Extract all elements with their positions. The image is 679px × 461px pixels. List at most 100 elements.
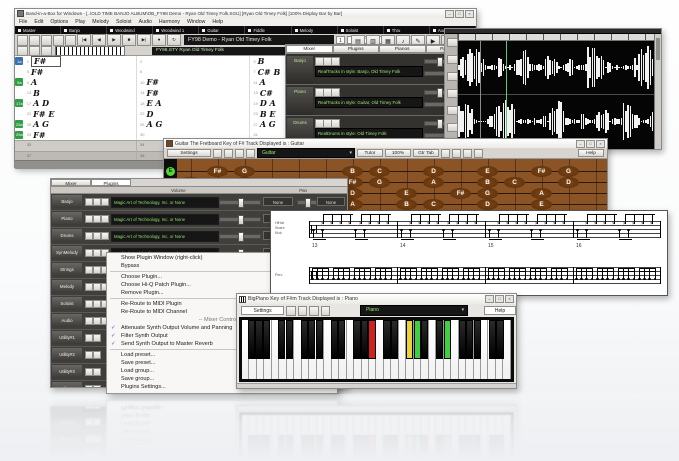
slider-thumb[interactable] — [238, 232, 244, 242]
white-key[interactable] — [429, 320, 436, 379]
fret-toolbar-button[interactable] — [224, 149, 233, 158]
mixer-strip-button[interactable] — [331, 57, 340, 66]
chord-cell[interactable]: 6 — [136, 67, 249, 78]
tab-mixer[interactable]: Mixer — [51, 179, 91, 186]
volume-slider[interactable] — [219, 217, 261, 222]
menu-play[interactable]: Play — [75, 19, 85, 25]
chord-cell[interactable]: 22D — [136, 109, 249, 120]
fret-toolbar-button[interactable] — [441, 149, 450, 158]
menu-help[interactable]: Help — [212, 19, 223, 25]
black-key[interactable] — [331, 320, 338, 359]
maximize-button[interactable]: □ — [455, 10, 464, 18]
black-key[interactable] — [421, 320, 428, 359]
transport-button[interactable]: ■ — [122, 34, 136, 46]
toolbar-button[interactable] — [41, 35, 52, 46]
plugin-row-button[interactable] — [93, 300, 101, 308]
fret-toolbar-button[interactable] — [452, 149, 461, 158]
mixer-tab-plugins[interactable]: Plugins — [333, 45, 380, 53]
piano-toolbar-button[interactable] — [321, 306, 330, 316]
black-key[interactable] — [368, 320, 375, 359]
mixer-plugin-field[interactable]: RealTracks in style: Banjo, Old Timey Fo… — [315, 66, 423, 77]
minimize-button[interactable]: – — [445, 10, 454, 18]
black-key[interactable] — [436, 320, 443, 359]
toolbar-button[interactable] — [17, 46, 28, 56]
transport-button[interactable]: ◀ — [92, 34, 106, 46]
maximize-button[interactable]: □ — [586, 140, 595, 148]
transport-button[interactable]: ▶| — [137, 34, 151, 46]
audio-tool-button[interactable] — [447, 123, 458, 132]
plugin-row-button[interactable] — [101, 198, 109, 206]
fret-toolbar-button[interactable] — [474, 149, 483, 158]
fret-note-g[interactable]: G — [477, 188, 498, 199]
track-strip-item[interactable]: Woodwind — [107, 26, 153, 34]
toolbar-button[interactable] — [29, 35, 40, 46]
plugin-row-button[interactable] — [85, 368, 93, 376]
black-key[interactable] — [248, 320, 255, 359]
plugin-row-button[interactable] — [93, 215, 101, 223]
chord-cell[interactable]: 14F# — [136, 88, 249, 99]
playhead[interactable] — [506, 41, 507, 149]
toolbar-button[interactable] — [65, 35, 76, 46]
black-key[interactable] — [255, 320, 262, 359]
black-key[interactable] — [406, 320, 413, 359]
black-key[interactable] — [459, 320, 466, 359]
part-marker[interactable]: 17a — [15, 99, 23, 107]
close-button[interactable]: × — [596, 140, 605, 148]
toolbar-button[interactable] — [29, 46, 40, 56]
fret-note-a[interactable]: A — [423, 177, 444, 188]
piano-keyboard[interactable] — [239, 317, 514, 382]
part-marker[interactable]: 25a — [15, 120, 23, 128]
part-marker[interactable]: 9a — [15, 78, 23, 86]
plugin-row-button[interactable] — [85, 215, 93, 223]
mixer-tab-pianos[interactable]: Pianos — [379, 45, 426, 53]
plugin-row-button[interactable] — [85, 351, 93, 359]
track-strip-item[interactable]: Melody — [292, 26, 338, 34]
fret-note-d[interactable]: D — [477, 199, 498, 210]
menu-melody[interactable]: Melody — [92, 19, 109, 25]
fret-toolbar-button[interactable] — [246, 149, 255, 158]
menu-file[interactable]: File — [19, 19, 27, 25]
plugin-row-button[interactable] — [93, 385, 101, 387]
fret-note-e[interactable]: E — [396, 188, 417, 199]
slider-thumb[interactable] — [437, 119, 443, 129]
track-select-dropdown[interactable]: Piano▾ — [360, 305, 468, 316]
fret-note-d[interactable]: D — [423, 166, 444, 177]
chord-cell[interactable]: 5F# — [24, 67, 136, 78]
transport-button[interactable]: ▶ — [107, 34, 121, 46]
chord-cell[interactable]: 33 — [24, 141, 136, 152]
white-key[interactable] — [451, 320, 458, 379]
audio-tool-button[interactable] — [447, 38, 458, 47]
plugin-row-button[interactable] — [85, 198, 93, 206]
black-key[interactable] — [391, 320, 398, 359]
black-key[interactable] — [466, 320, 473, 359]
plugin-row-button[interactable] — [93, 283, 101, 291]
track-strip-item[interactable]: Guitar — [199, 26, 245, 34]
plugin-row-button[interactable] — [93, 198, 101, 206]
pan-slider[interactable] — [297, 200, 317, 205]
fret-note-d[interactable]: D — [558, 177, 579, 188]
minimize-button[interactable]: – — [485, 295, 494, 303]
plugin-row-button[interactable] — [93, 351, 101, 359]
slider-thumb[interactable] — [305, 198, 311, 208]
track-strip-item[interactable]: Soloist — [338, 26, 384, 34]
plugin-slot-field[interactable]: Magic Art of Technology, Inc. or None — [111, 231, 219, 242]
plugin-row-button[interactable] — [85, 232, 93, 240]
fret-note-f#[interactable]: F# — [450, 188, 471, 199]
white-key[interactable] — [481, 320, 488, 379]
transport-button[interactable]: |◀ — [77, 34, 91, 46]
fret-note-c[interactable]: C — [423, 199, 444, 210]
plugin-row-button[interactable] — [93, 368, 101, 376]
fret-button-100[interactable]: 100% — [385, 149, 411, 157]
plugin-slot-field[interactable]: Magic Art of Technology, Inc. or None — [111, 197, 219, 208]
fret-note-c[interactable]: C — [369, 166, 390, 177]
minimize-button[interactable]: – — [576, 140, 585, 148]
fret-note-a[interactable]: A — [531, 188, 552, 199]
slider-thumb[interactable] — [238, 215, 244, 225]
fret-note-g[interactable]: G — [369, 177, 390, 188]
menu-edit[interactable]: Edit — [34, 19, 43, 25]
fret-note-g[interactable]: G — [234, 166, 255, 177]
fret-note-e[interactable]: E — [477, 166, 498, 177]
plugin-row-button[interactable] — [85, 266, 93, 274]
chord-cell[interactable]: 26A G — [136, 119, 249, 130]
plugin-row-button[interactable] — [93, 232, 101, 240]
